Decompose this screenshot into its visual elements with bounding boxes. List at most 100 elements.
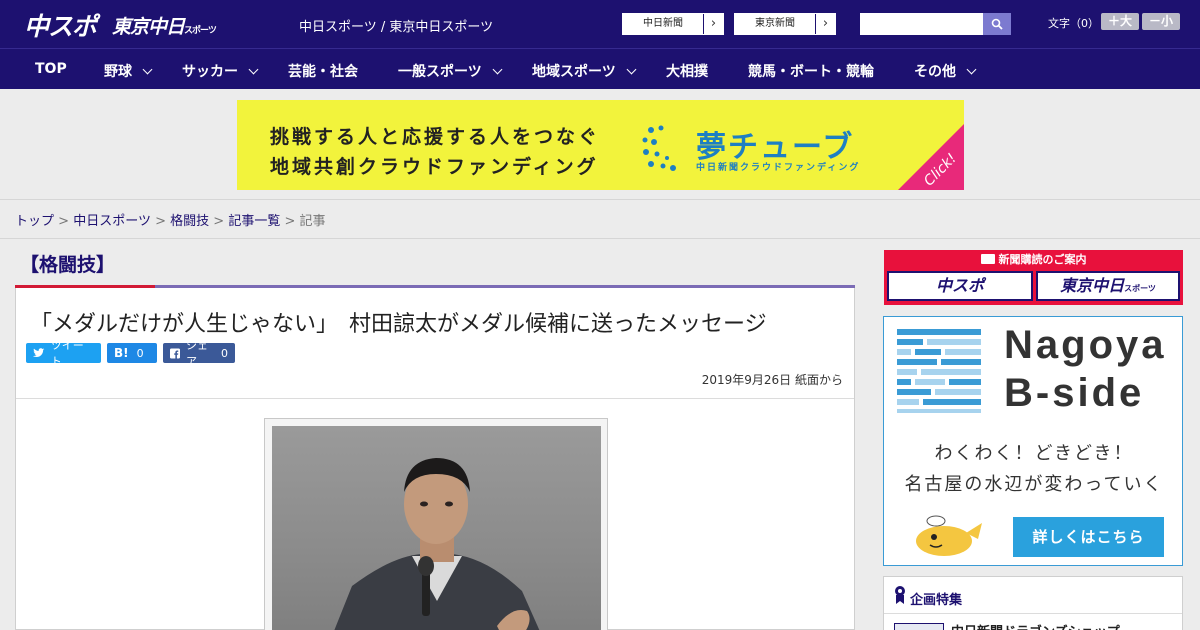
banner-line-2: 地域共創クラウドファンディング bbox=[270, 156, 599, 178]
divider bbox=[884, 613, 1182, 614]
ad-zone: 挑戦する人と応援する人をつなぐ 地域共創クラウドファンディング 夢チューブ 中日… bbox=[0, 89, 1200, 200]
breadcrumb-separator: > bbox=[155, 214, 166, 229]
divider bbox=[0, 238, 1200, 239]
feature-heading: 企画特集 bbox=[910, 593, 963, 608]
feature-section: 企画特集 中日新聞ドラゴンズショップ bbox=[883, 576, 1183, 630]
chevron-right-icon: › bbox=[815, 14, 835, 34]
nav-item-label: その他 bbox=[914, 64, 956, 80]
hatena-bookmark-button[interactable]: B! 0 bbox=[107, 343, 157, 363]
facebook-share-button[interactable]: シェア 0 bbox=[163, 339, 235, 368]
twitter-icon bbox=[33, 348, 45, 358]
search-input[interactable] bbox=[860, 13, 983, 35]
breadcrumb-separator: > bbox=[213, 214, 225, 229]
nav-item-label: 芸能・社会 bbox=[288, 64, 358, 80]
subscribe-tokyo-label: 東京中日 bbox=[1060, 276, 1125, 295]
tokyo-chunichi-logo-text: 東京中日 bbox=[112, 16, 185, 38]
nav-item-label: 地域スポーツ bbox=[532, 64, 616, 80]
tweet-label: ツイート bbox=[50, 339, 84, 368]
fried-shrimp-mascot-icon bbox=[916, 515, 982, 556]
section-label: 【格闘技】 bbox=[20, 254, 116, 276]
subscription-box: 新聞購読のご案内 中スポ 東京中日スポーツ bbox=[884, 250, 1183, 305]
nav-item-label: 大相撲 bbox=[666, 64, 708, 80]
banner-line-1: 挑戦する人と応援する人をつなぐ bbox=[270, 126, 601, 148]
newspaper-icon bbox=[980, 254, 995, 264]
bside-title-2: B-side bbox=[1004, 371, 1145, 415]
nav-item-racing[interactable]: 競馬・ボート・競輪 bbox=[748, 61, 874, 81]
ribbon-icon bbox=[895, 586, 905, 604]
bside-line-2: 名古屋の水辺が変わっていく bbox=[904, 474, 1164, 495]
tweet-button[interactable]: ツイート bbox=[26, 339, 101, 368]
bside-line-1: わくわく！どきどき！ bbox=[934, 443, 1134, 464]
facebook-share-label: シェア bbox=[186, 339, 208, 368]
facebook-icon bbox=[170, 348, 180, 358]
nav-item-entertainment[interactable]: 芸能・社会 bbox=[288, 61, 358, 81]
brick-wall-logo-icon bbox=[897, 329, 981, 413]
nav-item-sumo[interactable]: 大相撲 bbox=[666, 61, 708, 81]
nav-item-label: サッカー bbox=[182, 64, 238, 80]
site-links[interactable]: 中日スポーツ / 東京中日スポーツ bbox=[299, 16, 493, 35]
site-header: 中スポ 東京中日スポーツ 中日スポーツ / 東京中日スポーツ 中日新聞 › 東京… bbox=[0, 0, 1200, 48]
breadcrumb-current: 記事 bbox=[299, 214, 326, 229]
nav-item-soccer[interactable]: サッカー bbox=[182, 61, 259, 81]
facebook-share-count: 0 bbox=[221, 346, 228, 360]
nav-item-label: TOP bbox=[35, 61, 67, 77]
tokyo-shimbun-link[interactable]: 東京新聞 › bbox=[734, 13, 836, 35]
search-button[interactable] bbox=[983, 13, 1011, 35]
breadcrumb-chunichi-sports[interactable]: 中日スポーツ bbox=[73, 214, 151, 229]
main-nav: TOP 野球 サッカー 芸能・社会 一般スポーツ 地域スポーツ 大相撲 競馬・ボ… bbox=[0, 48, 1200, 89]
article-card: 「メダルだけが人生じゃない」 村田諒太がメダル候補に送ったメッセージ ツイート … bbox=[15, 288, 855, 630]
nav-item-label: 一般スポーツ bbox=[398, 64, 482, 80]
hatena-count: 0 bbox=[136, 346, 144, 360]
article-photo[interactable] bbox=[272, 426, 601, 630]
subscribe-tokyo-sub: スポーツ bbox=[1124, 284, 1156, 293]
tokyo-chunichi-logo-sub: スポーツ bbox=[184, 26, 217, 36]
breadcrumb-article-list[interactable]: 記事一覧 bbox=[228, 214, 280, 229]
breadcrumb-separator: > bbox=[58, 214, 70, 229]
chevron-right-icon: › bbox=[703, 14, 723, 34]
chunichi-sports-logo[interactable]: 中スポ bbox=[24, 7, 97, 43]
bside-title-1: Nagoya bbox=[1004, 323, 1167, 367]
breadcrumb-martial-arts[interactable]: 格闘技 bbox=[170, 214, 209, 229]
feature-item-link[interactable]: 中日新聞ドラゴンズショップ bbox=[951, 621, 1120, 630]
chevron-down-icon bbox=[966, 64, 977, 75]
subscription-heading-text: 新聞購読のご案内 bbox=[998, 253, 1087, 266]
font-bigger-button[interactable]: ＋大 bbox=[1101, 13, 1139, 30]
breadcrumb-separator: > bbox=[284, 214, 296, 229]
breadcrumb: トップ > 中日スポーツ > 格闘技 > 記事一覧 > 記事 bbox=[15, 210, 326, 229]
chevron-down-icon bbox=[142, 64, 153, 75]
font-smaller-button[interactable]: －小 bbox=[1142, 13, 1180, 30]
bside-details-button[interactable]: 詳しくはこちら bbox=[1013, 517, 1164, 557]
nav-item-other[interactable]: その他 bbox=[914, 61, 977, 81]
nav-item-regional-sports[interactable]: 地域スポーツ bbox=[532, 61, 637, 81]
subscribe-chunichi-label: 中スポ bbox=[935, 276, 984, 295]
breadcrumb-top[interactable]: トップ bbox=[15, 214, 54, 229]
yume-tube-banner[interactable]: 挑戦する人と応援する人をつなぐ 地域共創クラウドファンディング 夢チューブ 中日… bbox=[237, 100, 964, 190]
nav-item-general-sports[interactable]: 一般スポーツ bbox=[398, 61, 503, 81]
banner-brand-sub: 中日新聞クラウドファンディング bbox=[696, 163, 861, 173]
nagoya-bside-ad[interactable]: Nagoya B-side わくわく！どきどき！ 名古屋の水辺が変わっていく 詳… bbox=[883, 316, 1183, 566]
subscription-heading: 新聞購読のご案内 bbox=[884, 250, 1183, 270]
boxer-photo-icon bbox=[334, 458, 540, 630]
subscribe-chunichi-sports[interactable]: 中スポ bbox=[887, 271, 1033, 301]
search-icon bbox=[991, 18, 1003, 30]
nav-item-label: 野球 bbox=[104, 64, 132, 80]
article-date: 2019年9月26日 紙面から bbox=[701, 373, 843, 387]
nav-item-baseball[interactable]: 野球 bbox=[104, 61, 153, 81]
feature-thumbnail[interactable] bbox=[894, 623, 944, 630]
font-size-label: 文字（0） bbox=[1048, 17, 1099, 30]
nav-item-top[interactable]: TOP bbox=[35, 61, 67, 77]
chevron-down-icon bbox=[248, 64, 259, 75]
article-photo-frame bbox=[264, 418, 608, 630]
subscribe-tokyo-chunichi[interactable]: 東京中日スポーツ bbox=[1036, 271, 1180, 301]
tokyo-shimbun-label: 東京新聞 bbox=[755, 18, 795, 29]
article-title: 「メダルだけが人生じゃない」 村田諒太がメダル候補に送ったメッセージ bbox=[30, 312, 767, 337]
chevron-down-icon bbox=[492, 64, 503, 75]
chunichi-shimbun-link[interactable]: 中日新聞 › bbox=[622, 13, 724, 35]
divider bbox=[16, 398, 854, 399]
chevron-down-icon bbox=[626, 64, 637, 75]
dots-logo-icon bbox=[642, 125, 676, 171]
chunichi-shimbun-label: 中日新聞 bbox=[643, 18, 683, 29]
hatena-icon: B! bbox=[114, 346, 129, 360]
tokyo-chunichi-logo[interactable]: 東京中日スポーツ bbox=[112, 12, 217, 39]
nav-item-label: 競馬・ボート・競輪 bbox=[748, 64, 874, 80]
